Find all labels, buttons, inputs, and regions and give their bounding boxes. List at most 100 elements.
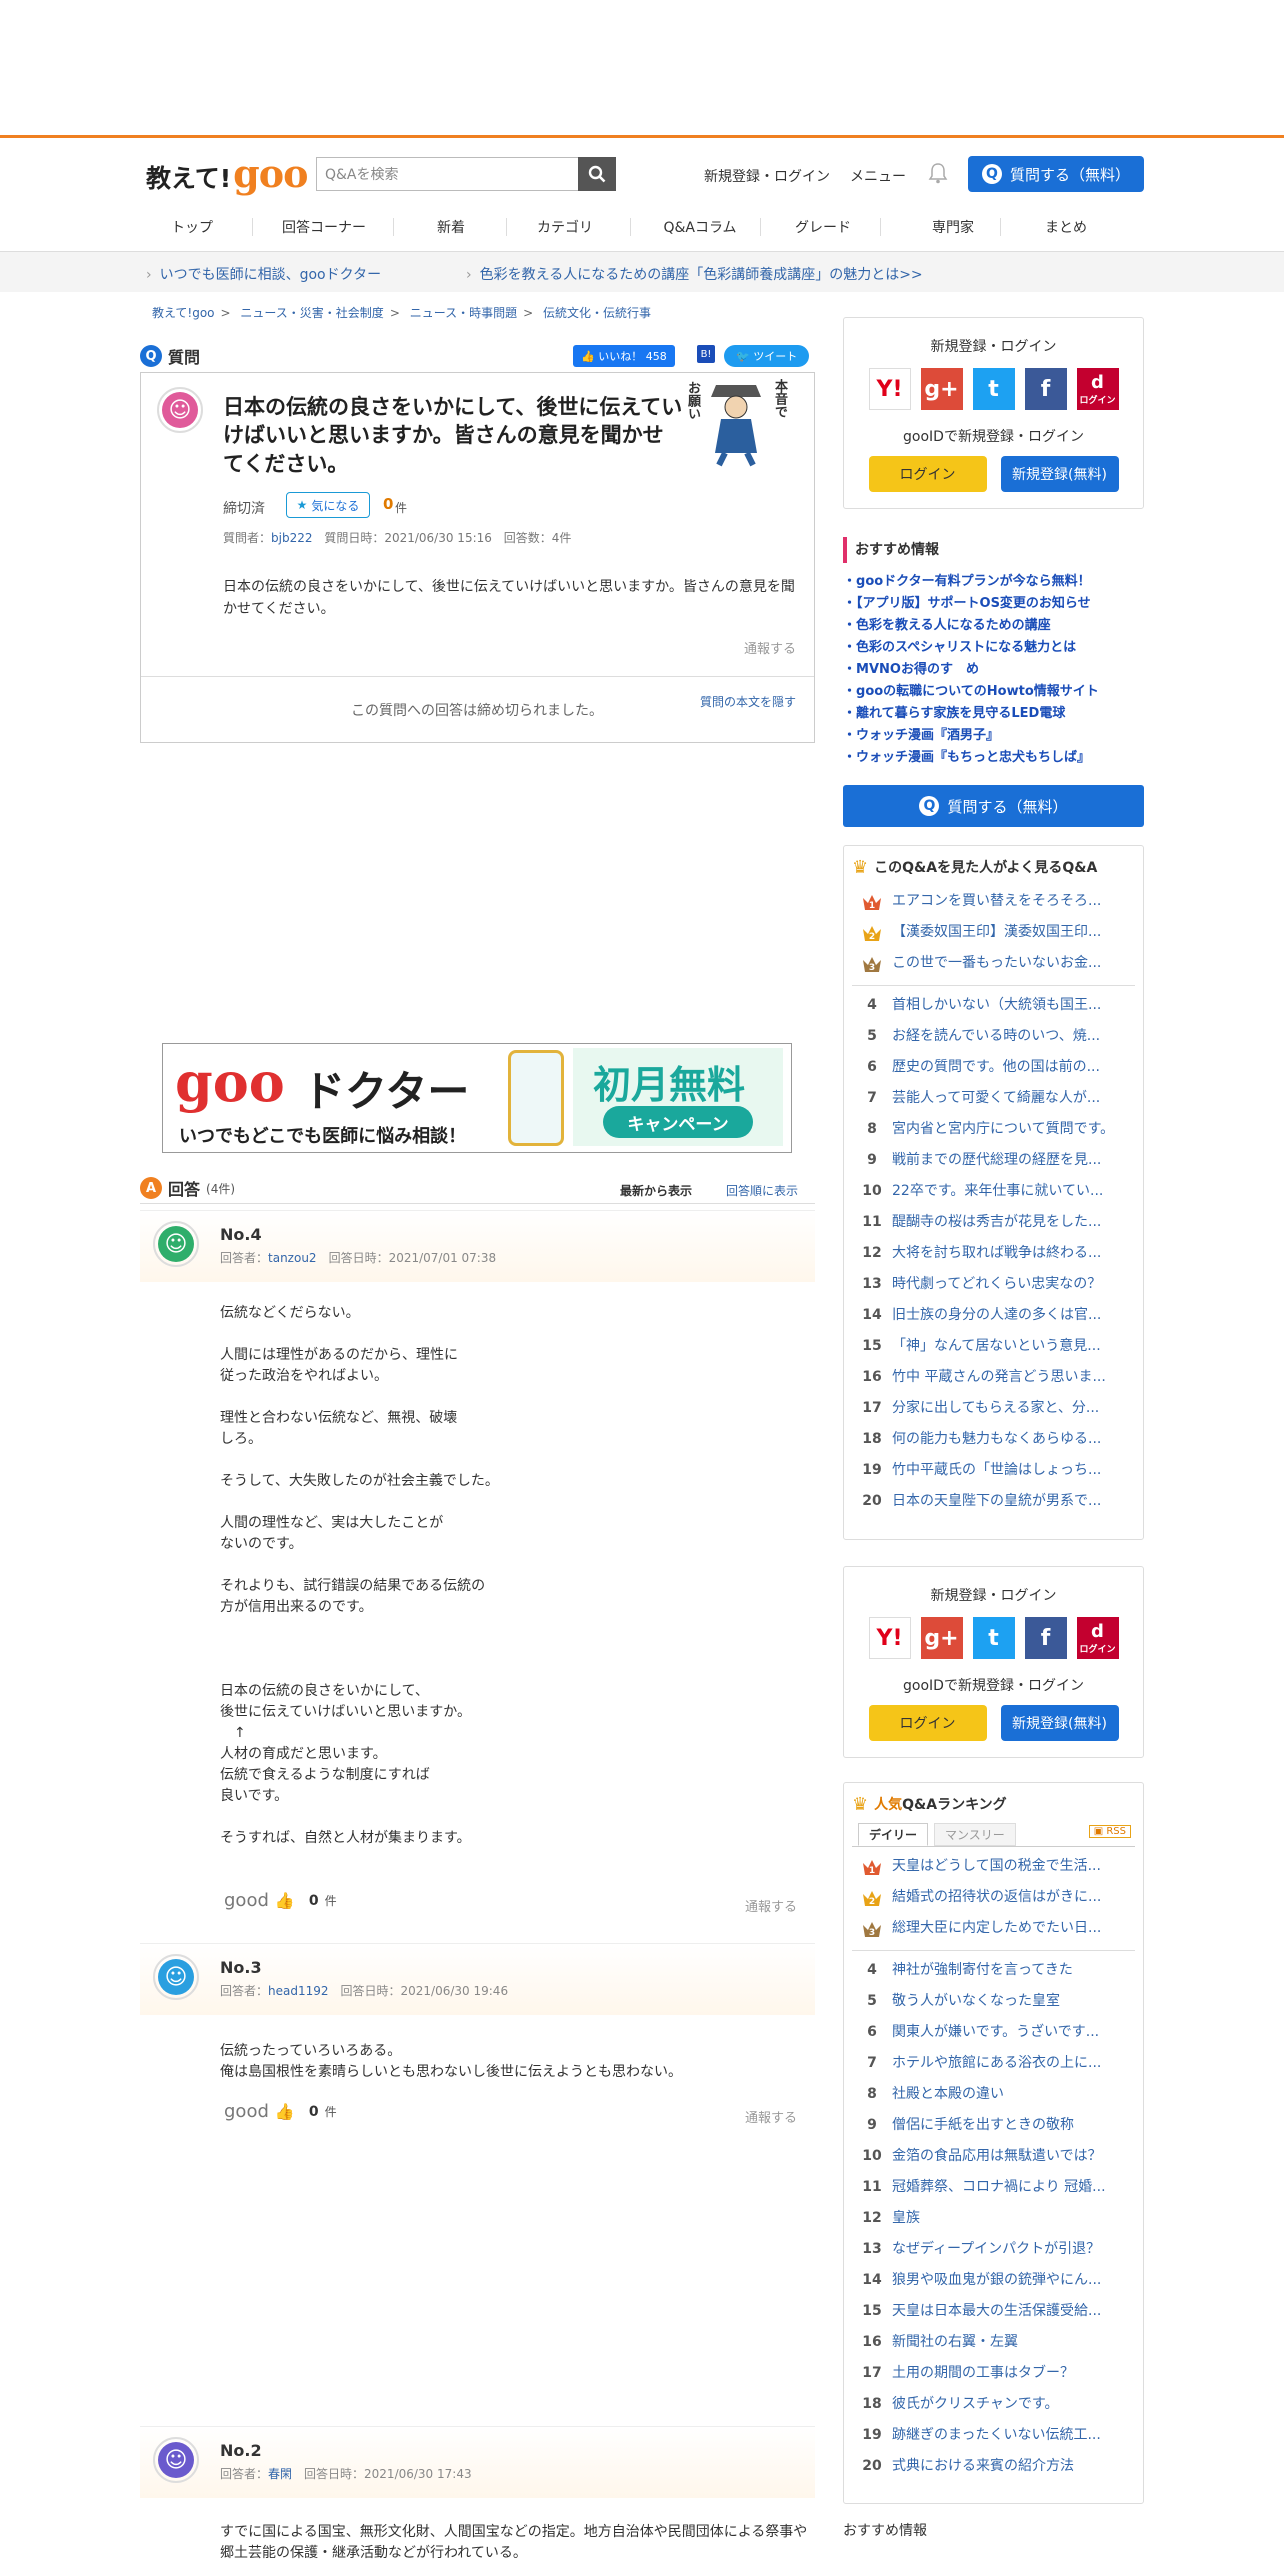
ask-question-button[interactable]: Q 質問する（無料） (968, 156, 1144, 192)
good-button[interactable]: good 👍 0 件 (224, 1890, 337, 1911)
rank-item[interactable]: 9 僧侶に手紙を出すときの敬称 (852, 2110, 1135, 2141)
tweet-button[interactable]: 🐦 ツイート (724, 345, 810, 367)
rank-link[interactable]: 首相しかいない（大統領も国王... (892, 990, 1101, 1021)
rank-link[interactable]: 日本の天皇陛下の皇統が男系で... (892, 1486, 1101, 1517)
bell-icon[interactable] (928, 162, 948, 184)
register-button[interactable]: 新規登録(無料) (1000, 1705, 1119, 1741)
rank-link[interactable]: 神社が強制寄付を言ってきた (892, 1955, 1073, 1986)
rank-link[interactable]: お経を読んでいる時のいつ、焼... (892, 1021, 1100, 1052)
rank-item[interactable]: 13 なぜディープインパクトが引退？ (852, 2234, 1135, 2265)
report-link[interactable]: 通報する (745, 1896, 797, 1915)
rank-item[interactable]: 19 跡継ぎのまったくいない伝統工... (852, 2420, 1135, 2451)
nav-grade[interactable]: グレード (763, 217, 883, 237)
rank-link[interactable]: 宮内省と宮内庁について質問です。 (892, 1114, 1114, 1145)
login-button[interactable]: ログイン (868, 456, 987, 492)
rank-link[interactable]: 総理大臣に内定しためでたい日... (892, 1913, 1101, 1944)
rank-item[interactable]: 3 総理大臣に内定しためでたい日... (852, 1913, 1135, 1951)
nav-new[interactable]: 新着 (391, 217, 511, 237)
breadcrumb-item[interactable]: ニュース・災害・社会制度 (240, 306, 383, 320)
report-link[interactable]: 通報する (745, 2107, 797, 2126)
answerer-link[interactable]: tanzou2 (268, 1251, 317, 1265)
tab-monthly[interactable]: マンスリー (934, 1823, 1016, 1846)
rank-link[interactable]: 時代劇ってどれくらい忠実なの？ (892, 1269, 1101, 1300)
breadcrumb-item[interactable]: 伝統文化・伝統行事 (543, 306, 651, 320)
rss-link[interactable]: ▣ RSS (1088, 1825, 1131, 1838)
rank-item[interactable]: 4 首相しかいない（大統領も国王... (852, 990, 1135, 1021)
recommend-item[interactable]: ・gooの転職についてのHowto情報サイト (843, 681, 1144, 703)
rank-item[interactable]: 11 醍醐寺の桜は秀吉が花見をした... (852, 1207, 1135, 1238)
rank-link[interactable]: 社殿と本殿の違い (892, 2079, 1004, 2110)
bookmark-icon[interactable]: B! (697, 345, 715, 363)
google-plus-icon[interactable]: g+ (920, 368, 963, 410)
register-button[interactable]: 新規登録(無料) (1000, 456, 1119, 492)
answerer-link[interactable]: head1192 (268, 1984, 329, 1998)
rank-link[interactable]: ホテルや旅館にある浴衣の上に... (892, 2048, 1101, 2079)
rank-item[interactable]: 15 「神」なんて居ないという意見... (852, 1331, 1135, 1362)
rank-item[interactable]: 6 歴史の質問です。他の国は前の... (852, 1052, 1135, 1083)
like-button[interactable]: 👍 いいね！ 458 (573, 345, 675, 367)
goo-doctor-banner[interactable]: goo ドクター いつでもどこでも医師に悩み相談！ 初月無料 キャンペーン (162, 1043, 792, 1153)
facebook-icon[interactable]: f (1024, 368, 1067, 410)
breadcrumb-item[interactable]: ニュース・時事問題 (410, 306, 517, 320)
rank-link[interactable]: この世で一番もったいないお金... (892, 948, 1101, 979)
nav-answer-corner[interactable]: 回答コーナー (264, 217, 384, 237)
rank-item[interactable]: 10 金箔の食品応用は無駄遣いでは？ (852, 2141, 1135, 2172)
search-button[interactable] (578, 157, 616, 191)
rank-link[interactable]: 「神」なんて居ないという意見... (892, 1331, 1101, 1362)
rank-link[interactable]: 分家に出してもらえる家と、分... (892, 1393, 1099, 1424)
rank-link[interactable]: 僧侶に手紙を出すときの敬称 (892, 2110, 1074, 2141)
rank-link[interactable]: 22卒です。来年仕事に就いてい... (892, 1176, 1103, 1207)
rank-item[interactable]: 14 狼男や吸血鬼が銀の銃弾やにん... (852, 2265, 1135, 2296)
rank-link[interactable]: 結婚式の招待状の返信はがきに... (892, 1882, 1101, 1913)
sub-link-doctor[interactable]: いつでも医師に相談、gooドクター (146, 264, 381, 284)
rank-item[interactable]: 1 エアコンを買い替えをそろそろ... (852, 886, 1135, 917)
sub-link-color-course[interactable]: 色彩を教える人になるための講座「色彩講師養成講座」の魅力とは>> (466, 264, 923, 284)
rank-item[interactable]: 8 社殿と本殿の違い (852, 2079, 1135, 2110)
rank-link[interactable]: 彼氏がクリスチャンです。 (892, 2389, 1058, 2420)
tab-daily[interactable]: デイリー (858, 1823, 929, 1846)
rank-link[interactable]: 何の能力も魅力もなくあらゆる... (892, 1424, 1101, 1455)
rank-link[interactable]: 醍醐寺の桜は秀吉が花見をした... (892, 1207, 1101, 1238)
yahoo-icon[interactable]: Y! (868, 1617, 911, 1659)
rank-link[interactable]: 敬う人がいなくなった皇室 (892, 1986, 1060, 2017)
rank-link[interactable]: 戦前までの歴代総理の経歴を見... (892, 1145, 1101, 1176)
rank-item[interactable]: 17 土用の期間の工事はタブー？ (852, 2358, 1135, 2389)
rank-item[interactable]: 13 時代劇ってどれくらい忠実なの？ (852, 1269, 1135, 1300)
rank-link[interactable]: 歴史の質問です。他の国は前の... (892, 1052, 1100, 1083)
recommend-item[interactable]: ・ウォッチ漫画『もちっと忠犬もちしば』 (843, 747, 1144, 769)
rank-link[interactable]: 関東人が嫌いです。うざいです... (892, 2017, 1099, 2048)
answerer-link[interactable]: 春閑 (268, 2467, 292, 2481)
rank-link[interactable]: 竹中 平蔵さんの発言どう思いま... (892, 1362, 1106, 1393)
login-button[interactable]: ログイン (868, 1705, 987, 1741)
rank-item[interactable]: 14 旧士族の身分の人達の多くは官... (852, 1300, 1135, 1331)
rank-link[interactable]: なぜディープインパクトが引退？ (892, 2234, 1100, 2265)
rank-item[interactable]: 7 ホテルや旅館にある浴衣の上に... (852, 2048, 1135, 2079)
report-link[interactable]: 通報する (744, 638, 796, 657)
rank-item[interactable]: 12 皇族 (852, 2203, 1135, 2234)
rank-item[interactable]: 4 神社が強制寄付を言ってきた (852, 1955, 1135, 1986)
nav-experts[interactable]: 専門家 (893, 217, 1013, 237)
rank-item[interactable]: 15 天皇は日本最大の生活保護受給... (852, 2296, 1135, 2327)
rank-link[interactable]: 【漢委奴国王印】漢委奴国王印... (892, 917, 1101, 948)
rank-link[interactable]: 大将を討ち取れば戦争は終わる... (892, 1238, 1101, 1269)
rank-link[interactable]: 跡継ぎのまったくいない伝統工... (892, 2420, 1101, 2451)
sidebar-ask-button[interactable]: Q 質問する（無料） (843, 785, 1144, 827)
rank-item[interactable]: 9 戦前までの歴代総理の経歴を見... (852, 1145, 1135, 1176)
docomo-icon[interactable]: d ログイン (1076, 368, 1119, 410)
rank-item[interactable]: 11 冠婚葬祭、コロナ禍により 冠婚... (852, 2172, 1135, 2203)
rank-item[interactable]: 3 この世で一番もったいないお金... (852, 948, 1135, 986)
sort-newest[interactable]: 最新から表示 (620, 1182, 692, 1199)
rank-link[interactable]: 新聞社の右翼・左翼 (892, 2327, 1018, 2358)
rank-item[interactable]: 18 彼氏がクリスチャンです。 (852, 2389, 1135, 2420)
rank-item[interactable]: 7 芸能人って可愛くて綺麗な人が... (852, 1083, 1135, 1114)
rank-item[interactable]: 12 大将を討ち取れば戦争は終わる... (852, 1238, 1135, 1269)
rank-item[interactable]: 6 関東人が嫌いです。うざいです... (852, 2017, 1135, 2048)
recommend-item[interactable]: ・【アプリ版】サポートOS変更のお知らせ (843, 593, 1144, 615)
rank-link[interactable]: 天皇は日本最大の生活保護受給... (892, 2296, 1101, 2327)
rank-item[interactable]: 19 竹中平蔵氏の「世論はしょっち... (852, 1455, 1135, 1486)
hide-body-link[interactable]: 質問の本文を隠す (700, 693, 796, 710)
facebook-icon[interactable]: f (1024, 1617, 1067, 1659)
rank-item[interactable]: 2 結婚式の招待状の返信はがきに... (852, 1882, 1135, 1913)
search-input[interactable]: Q&Aを検索 (316, 157, 578, 191)
rank-item[interactable]: 16 新聞社の右翼・左翼 (852, 2327, 1135, 2358)
